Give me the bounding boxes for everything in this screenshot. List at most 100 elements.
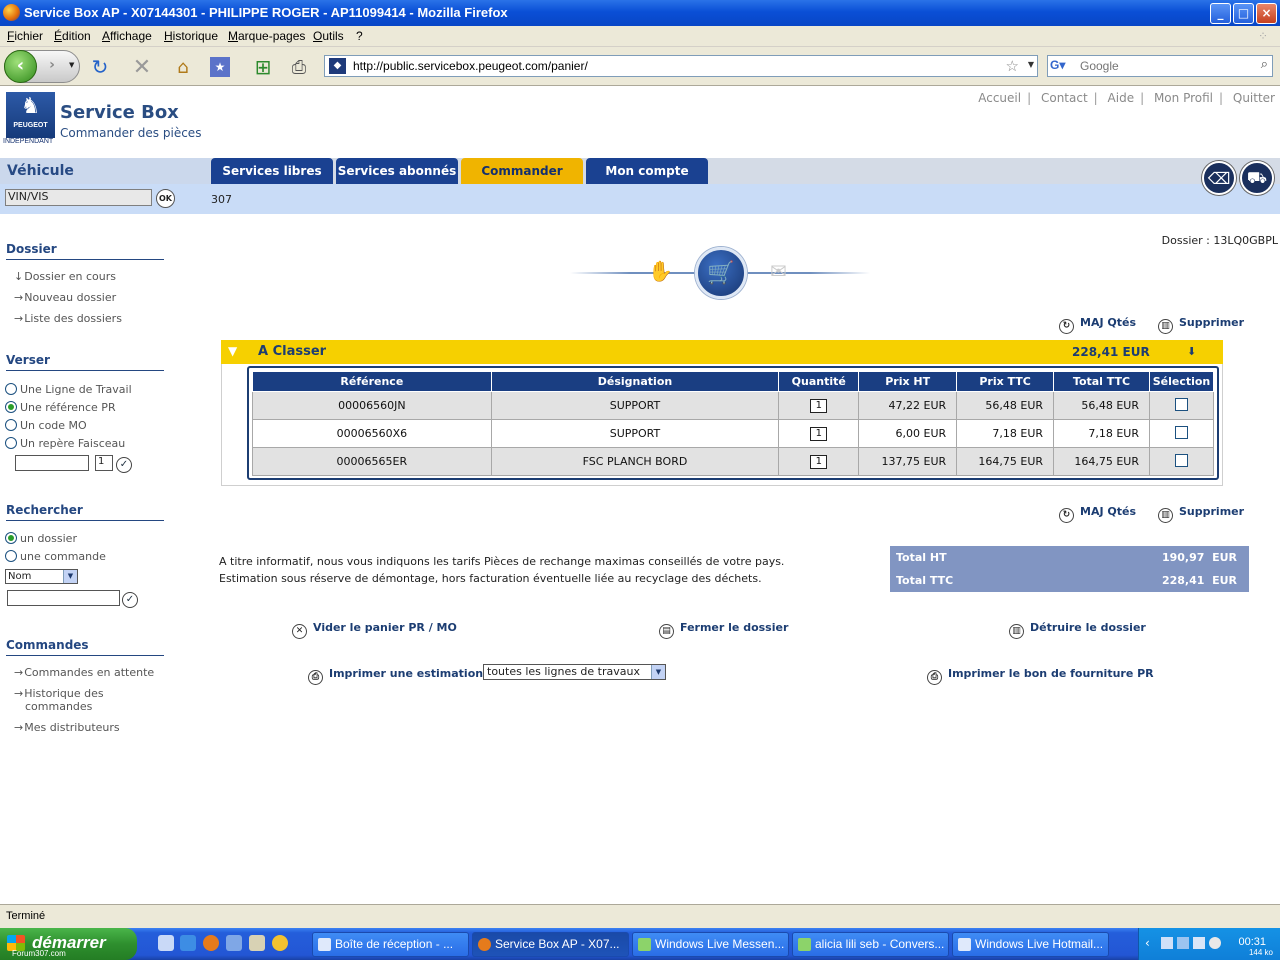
basket-button[interactable]: ⛟ (1240, 161, 1274, 195)
menu-historique[interactable]: Historique (164, 29, 218, 43)
arrow-down-icon[interactable]: ▼ (228, 344, 242, 358)
task-service-box[interactable]: Service Box AP - X07... (472, 932, 629, 957)
radio-reference-pr[interactable]: Une référence PR (5, 401, 116, 414)
tab-commander[interactable]: Commander (461, 158, 583, 184)
verser-reference-input[interactable] (15, 455, 89, 471)
quicklaunch-messenger-icon[interactable] (226, 935, 242, 951)
selection-checkbox[interactable] (1174, 425, 1188, 439)
minimize-button[interactable]: _ (1210, 3, 1231, 24)
tray-security-icon[interactable] (1193, 937, 1205, 949)
radio-circle[interactable] (5, 550, 17, 562)
search-bar[interactable]: G▾ ⌕ (1047, 55, 1273, 77)
radio-circle[interactable] (5, 437, 17, 449)
fermer-dossier-button[interactable]: ▤ Fermer le dossier (659, 621, 788, 639)
sidebar-link-historique[interactable]: →Historique des commandes (14, 687, 134, 713)
sidebar-link-dossier-en-cours[interactable]: ↓Dossier en cours (14, 270, 116, 283)
maj-qtes-bottom-button[interactable]: ↻ MAJ Qtés (1059, 505, 1136, 523)
link-aide[interactable]: Aide (1108, 91, 1135, 105)
search-input[interactable] (1080, 58, 1240, 74)
print-icon[interactable]: ⎙ (284, 52, 314, 82)
tray-expand-icon[interactable]: ‹ (1145, 936, 1150, 950)
radio-une-commande[interactable]: une commande (5, 550, 106, 563)
quicklaunch-desktop-icon[interactable] (158, 935, 174, 951)
bookmark-star-icon[interactable]: ☆ (1006, 57, 1019, 75)
vin-input[interactable]: VIN/VIS (5, 189, 152, 206)
menu-edition[interactable]: Édition (54, 29, 91, 43)
link-quitter[interactable]: Quitter (1233, 91, 1275, 105)
task-boite-de-reception[interactable]: Boîte de réception - ... (312, 932, 469, 957)
back-button[interactable]: ‹ (4, 50, 37, 83)
tray-network-icon[interactable] (1161, 937, 1173, 949)
link-contact[interactable]: Contact (1041, 91, 1088, 105)
download-icon[interactable]: ⬇ (1187, 345, 1196, 358)
supprimer-bottom-button[interactable]: ▥ Supprimer (1158, 505, 1244, 523)
selection-checkbox[interactable] (1174, 453, 1188, 467)
supprimer-top-button[interactable]: ▥ Supprimer (1158, 316, 1244, 334)
quantity-input[interactable]: 1 (810, 427, 828, 441)
maximize-button[interactable]: □ (1233, 3, 1254, 24)
verser-qty-input[interactable]: 1 (95, 455, 113, 471)
search-type-select[interactable]: Nom ▼ (5, 569, 78, 584)
detruire-dossier-button[interactable]: ▥ Détruire le dossier (1009, 621, 1146, 639)
chevron-down-icon[interactable]: ▼ (651, 665, 665, 679)
radio-un-dossier[interactable]: un dossier (5, 532, 77, 545)
quicklaunch-app-icon[interactable] (249, 935, 265, 951)
quantity-input[interactable]: 1 (810, 399, 828, 413)
radio-circle[interactable] (5, 532, 17, 544)
eraser-button[interactable]: ⌫ (1202, 161, 1236, 195)
url-input[interactable] (353, 58, 993, 74)
imprimer-bon-button[interactable]: ⎙ Imprimer le bon de fourniture PR (927, 667, 1154, 685)
chevron-down-icon[interactable]: ▼ (63, 570, 77, 583)
menu-help[interactable]: ? (356, 29, 363, 43)
radio-code-mo[interactable]: Un code MO (5, 419, 87, 432)
tab-services-libres[interactable]: Services libres (211, 158, 333, 184)
new-tab-icon[interactable]: ⊞ (248, 52, 278, 82)
task-conversation[interactable]: alicia lili seb - Convers... (792, 932, 949, 957)
tray-volume-icon[interactable] (1177, 937, 1189, 949)
menu-affichage[interactable]: Affichage (102, 29, 152, 43)
quicklaunch-firefox-icon[interactable] (203, 935, 219, 951)
tray-clock-icon[interactable] (1209, 937, 1221, 949)
link-mon-profil[interactable]: Mon Profil (1154, 91, 1213, 105)
menu-marque-pages[interactable]: Marque-pages (228, 29, 305, 43)
verser-submit-button[interactable]: ✓ (116, 457, 132, 473)
quicklaunch-media-icon[interactable] (272, 935, 288, 951)
radio-ligne-de-travail[interactable]: Une Ligne de Travail (5, 383, 132, 396)
sidebar-link-commandes-en-attente[interactable]: →Commandes en attente (14, 666, 154, 679)
task-windows-live-messenger[interactable]: Windows Live Messen... (632, 932, 789, 957)
print-scope-select[interactable]: toutes les lignes de travaux ▼ (483, 664, 666, 680)
peugeot-logo[interactable]: ♞ PEUGEOT (6, 92, 55, 138)
tab-mon-compte[interactable]: Mon compte (586, 158, 708, 184)
vin-ok-button[interactable]: OK (156, 189, 175, 208)
home-icon[interactable]: ⌂ (168, 52, 198, 82)
close-button[interactable]: × (1256, 3, 1277, 24)
stop-icon[interactable]: ✕ (127, 52, 157, 82)
bookmarks-icon[interactable]: ★ (205, 52, 235, 82)
maj-qtes-top-button[interactable]: ↻ MAJ Qtés (1059, 316, 1136, 334)
basket-header[interactable]: ▼ A Classer 228,41 EUR ⬇ (221, 340, 1223, 364)
history-dropdown-icon[interactable]: ▼ (69, 61, 74, 69)
imprimer-estimation-button[interactable]: ⎙ Imprimer une estimation (308, 667, 483, 685)
selection-checkbox[interactable] (1174, 397, 1188, 411)
search-value-input[interactable] (7, 590, 120, 606)
reload-icon[interactable]: ↻ (85, 52, 115, 82)
radio-circle[interactable] (5, 419, 17, 431)
task-windows-live-hotmail[interactable]: Windows Live Hotmail... (952, 932, 1109, 957)
vider-panier-button[interactable]: ✕ Vider le panier PR / MO (292, 621, 457, 639)
menu-outils[interactable]: Outils (313, 29, 344, 43)
url-dropdown-icon[interactable]: ▼ (1028, 60, 1034, 69)
quantity-input[interactable]: 1 (810, 455, 828, 469)
tab-services-abonnes[interactable]: Services abonnés (336, 158, 458, 184)
radio-circle[interactable] (5, 383, 17, 395)
search-submit-button[interactable]: ✓ (122, 592, 138, 608)
quicklaunch-ie-icon[interactable] (180, 935, 196, 951)
sidebar-link-nouveau-dossier[interactable]: →Nouveau dossier (14, 291, 116, 304)
radio-repere-faisceau[interactable]: Un repère Faisceau (5, 437, 125, 450)
menu-fichier[interactable]: Fichier (7, 29, 43, 43)
sidebar-link-liste-des-dossiers[interactable]: →Liste des dossiers (14, 312, 122, 325)
google-engine-icon[interactable]: G▾ (1050, 58, 1076, 74)
url-bar[interactable]: ◆ ☆ ▼ (324, 55, 1038, 77)
radio-circle[interactable] (5, 401, 17, 413)
search-icon[interactable]: ⌕ (1261, 57, 1268, 72)
forward-button[interactable]: › (41, 57, 63, 77)
